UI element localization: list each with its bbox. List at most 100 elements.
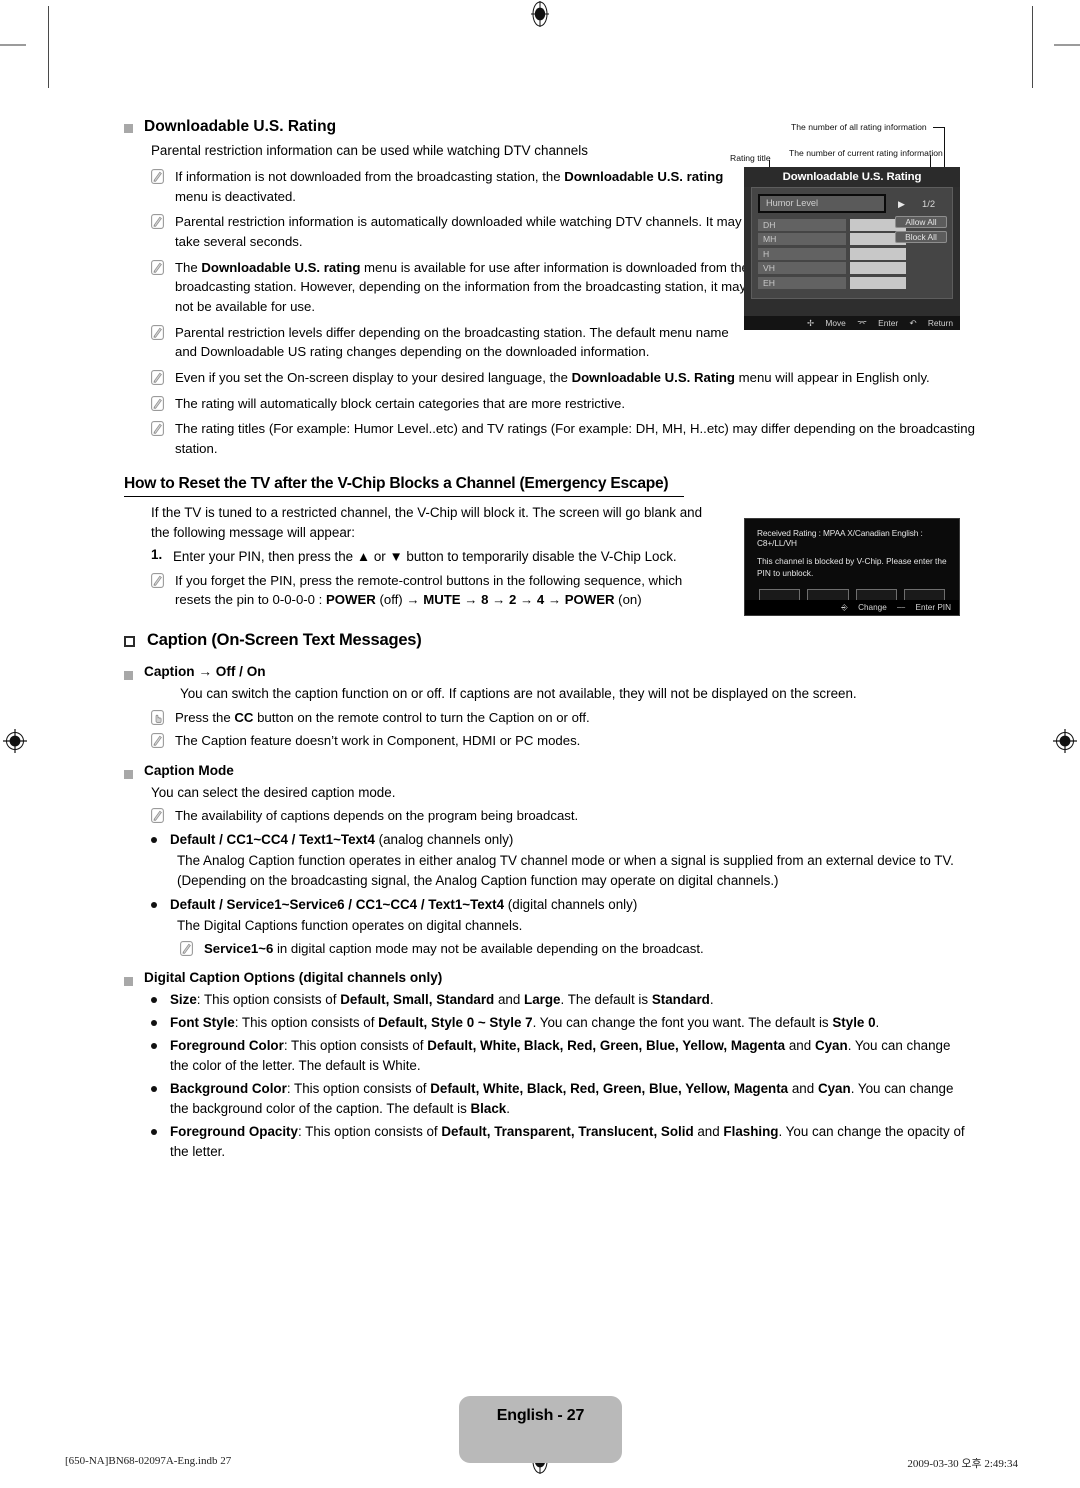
step-text: Enter your PIN, then press the ▲ or ▼ bu… xyxy=(173,548,677,564)
note-text: If you forget the PIN, press the remote-… xyxy=(175,572,683,608)
chevron-right-icon[interactable]: ▶ xyxy=(898,199,905,210)
note-text: Even if you set the On-screen display to… xyxy=(175,370,930,386)
dot-bullet-icon xyxy=(151,1043,157,1050)
note-text: The Caption feature doesn’t work in Comp… xyxy=(175,732,581,748)
rating-label: EH xyxy=(758,276,846,289)
page-number-badge: English - 27 xyxy=(459,1396,622,1463)
note-pencil-icon xyxy=(151,732,164,748)
heading-digital-caption-options: Digital Caption Options (digital channel… xyxy=(124,970,960,987)
dot-bullet-icon xyxy=(151,1086,157,1093)
square-bullet-icon xyxy=(124,977,133,987)
manual-page: Downloadable U.S. Rating Parental restri… xyxy=(0,0,1080,1488)
registration-mark-top xyxy=(527,1,553,27)
registration-mark-right xyxy=(1052,728,1078,754)
osd-action-buttons: Allow All Block All xyxy=(895,216,947,247)
note-text: The rating will automatically block cert… xyxy=(175,395,626,411)
note-pencil-icon xyxy=(151,169,164,184)
osd-rating-row[interactable]: EH xyxy=(758,276,946,289)
option-item: Size: This option consists of Default, S… xyxy=(151,990,971,1010)
osd-rating-row[interactable]: VH xyxy=(758,262,946,275)
rating-label: H xyxy=(758,247,846,260)
note-item: The rating will automatically block cert… xyxy=(151,394,981,414)
osd-rating-row[interactable]: H xyxy=(758,247,946,260)
outline-square-icon xyxy=(124,635,135,647)
change-hint: ⎆ Change xyxy=(841,603,887,612)
digital-options-list: Size: This option consists of Default, S… xyxy=(151,990,971,1162)
note-text: The rating titles (For example: Humor Le… xyxy=(175,421,975,457)
option-item: Foreground Color: This option consists o… xyxy=(151,1036,971,1076)
enter-hint: ⌤ Enter xyxy=(857,318,899,328)
rating-value-bar[interactable] xyxy=(850,262,906,275)
note-pencil-icon xyxy=(151,808,164,824)
dot-bullet-icon xyxy=(151,901,157,908)
crop-mark-left xyxy=(48,6,49,88)
step-number: 1. xyxy=(151,546,163,562)
note-text: If information is not downloaded from th… xyxy=(175,168,724,204)
dot-bullet-icon xyxy=(151,836,157,843)
caption-mode-note: The availability of captions depends on … xyxy=(151,806,951,826)
option-text: Background Color: This option consists o… xyxy=(170,1081,954,1117)
note-text: Parental restriction levels differ depen… xyxy=(175,324,729,360)
subheading-text: Caption → Off / On xyxy=(144,663,266,679)
bullet-title: Default / CC1~CC4 / Text1~Text4 (analog … xyxy=(170,831,514,847)
osd-downloadable-rating: Downloadable U.S. Rating Humor Level ▶ 1… xyxy=(744,167,960,330)
caption-hand-note: Press the CC button on the remote contro… xyxy=(151,708,951,728)
option-text: Foreground Color: This option consists o… xyxy=(170,1038,951,1074)
note-text: Press the CC button on the remote contro… xyxy=(175,709,590,725)
caption-offon-body: You can switch the caption function on o… xyxy=(180,685,857,701)
footer-file-name: [650-NA]BN68-02097A-Eng.indb 27 xyxy=(65,1455,232,1467)
heading-caption-offon: Caption → Off / On xyxy=(124,665,960,680)
rating-label: DH xyxy=(758,219,846,231)
registration-mark-left xyxy=(2,728,28,754)
osd-selected-rating-title[interactable]: Humor Level xyxy=(758,194,886,213)
osd-footer-hints: ⎆ Change ⎯⎯ Enter PIN xyxy=(745,600,959,615)
option-text: Foreground Opacity: This option consists… xyxy=(170,1124,965,1160)
reset-step-1: 1. Enter your PIN, then press the ▲ or ▼… xyxy=(151,547,721,567)
square-bullet-icon xyxy=(124,770,133,780)
rating-value-bar[interactable] xyxy=(850,276,906,289)
move-hint: ✢ Move xyxy=(806,318,846,328)
downloadable-intro: Parental restriction information can be … xyxy=(151,143,588,158)
option-text: Size: This option consists of Default, S… xyxy=(170,992,714,1008)
crop-mark-right xyxy=(1032,6,1033,88)
downloadable-notes-wide: Even if you set the On-screen display to… xyxy=(151,368,981,459)
note-item: The rating titles (For example: Humor Le… xyxy=(151,419,981,458)
hand-pointer-icon xyxy=(151,709,164,725)
subheading-text: Digital Caption Options (digital channel… xyxy=(144,970,443,986)
note-item: If information is not downloaded from th… xyxy=(151,167,751,206)
enter-pin-hint: ⎯⎯ Enter PIN xyxy=(897,603,951,612)
rating-value-bar[interactable] xyxy=(850,247,906,260)
blocked-message-text: This channel is blocked by V-Chip. Pleas… xyxy=(757,556,947,579)
reset-heading: How to Reset the TV after the V-Chip Blo… xyxy=(124,475,684,497)
bullet-title: Default / Service1~Service6 / CC1~CC4 / … xyxy=(170,896,638,912)
heading-caption-mode: Caption Mode xyxy=(124,764,960,780)
osd-page-indicator: 1/2 xyxy=(922,198,936,209)
dot-bullet-icon xyxy=(151,1129,157,1136)
option-item: Background Color: This option consists o… xyxy=(151,1079,971,1119)
return-hint: ↶ Return xyxy=(909,318,954,328)
note-text: Service1~6 in digital caption mode may n… xyxy=(204,940,704,956)
allow-all-button[interactable]: Allow All xyxy=(895,216,947,228)
osd-title: Downloadable U.S. Rating xyxy=(744,167,960,187)
osd-panel: Humor Level ▶ 1/2 DH MH H VH EH Allow Al… xyxy=(751,187,953,299)
block-all-button[interactable]: Block All xyxy=(895,231,947,244)
bullet-sub-note: Service1~6 in digital caption mode may n… xyxy=(180,939,960,959)
footer-timestamp: 2009-03-30 오후 2:49:34 xyxy=(907,1458,1018,1470)
reset-note: If you forget the PIN, press the remote-… xyxy=(151,571,721,610)
reset-intro: If the TV is tuned to a restricted chann… xyxy=(151,504,703,540)
square-bullet-icon xyxy=(124,124,133,133)
dot-bullet-icon xyxy=(151,997,157,1004)
note-pencil-icon xyxy=(151,572,164,588)
osd-vchip-block-message: Received Rating : MPAA X/Canadian Englis… xyxy=(744,518,960,616)
note-pencil-icon xyxy=(151,324,164,340)
caption-mode-body: You can select the desired caption mode. xyxy=(151,785,396,801)
rating-label: VH xyxy=(758,262,846,275)
note-text: Parental restriction information is auto… xyxy=(175,214,742,249)
callout-rating-title: Rating title xyxy=(730,153,771,163)
caption-mode-bullet: Default / CC1~CC4 / Text1~Text4 (analog … xyxy=(151,830,956,850)
note-text: The availability of captions depends on … xyxy=(175,808,579,824)
option-text: Font Style: This option consists of Defa… xyxy=(170,1015,880,1031)
callout-number-all-rating: The number of all rating information xyxy=(791,122,927,132)
caption-heading: Caption (On-Screen Text Messages) xyxy=(147,630,422,649)
note-pencil-icon xyxy=(151,259,164,275)
